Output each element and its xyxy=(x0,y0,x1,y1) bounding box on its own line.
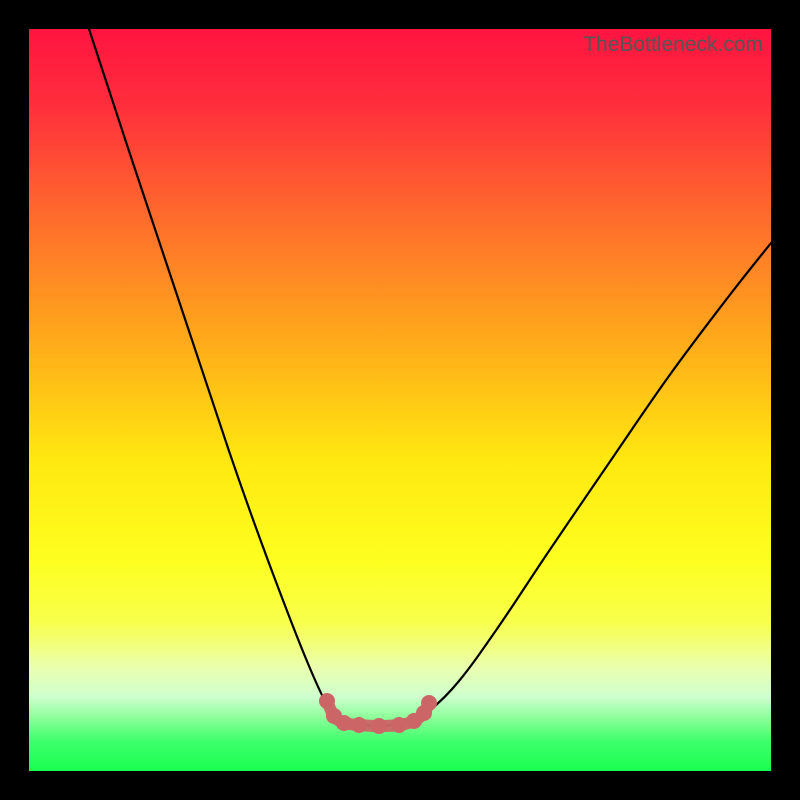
highlight-marker xyxy=(371,718,387,734)
chart-frame: TheBottleneck.com xyxy=(29,29,771,771)
bottleneck-curve xyxy=(89,29,771,726)
highlight-marker xyxy=(319,693,335,709)
highlight-marker xyxy=(421,695,437,711)
highlight-marker xyxy=(351,717,367,733)
watermark-text: TheBottleneck.com xyxy=(583,33,763,57)
highlight-marker-group xyxy=(319,693,437,734)
chart-svg xyxy=(29,29,771,771)
highlight-marker xyxy=(336,715,352,731)
highlight-marker xyxy=(391,717,407,733)
